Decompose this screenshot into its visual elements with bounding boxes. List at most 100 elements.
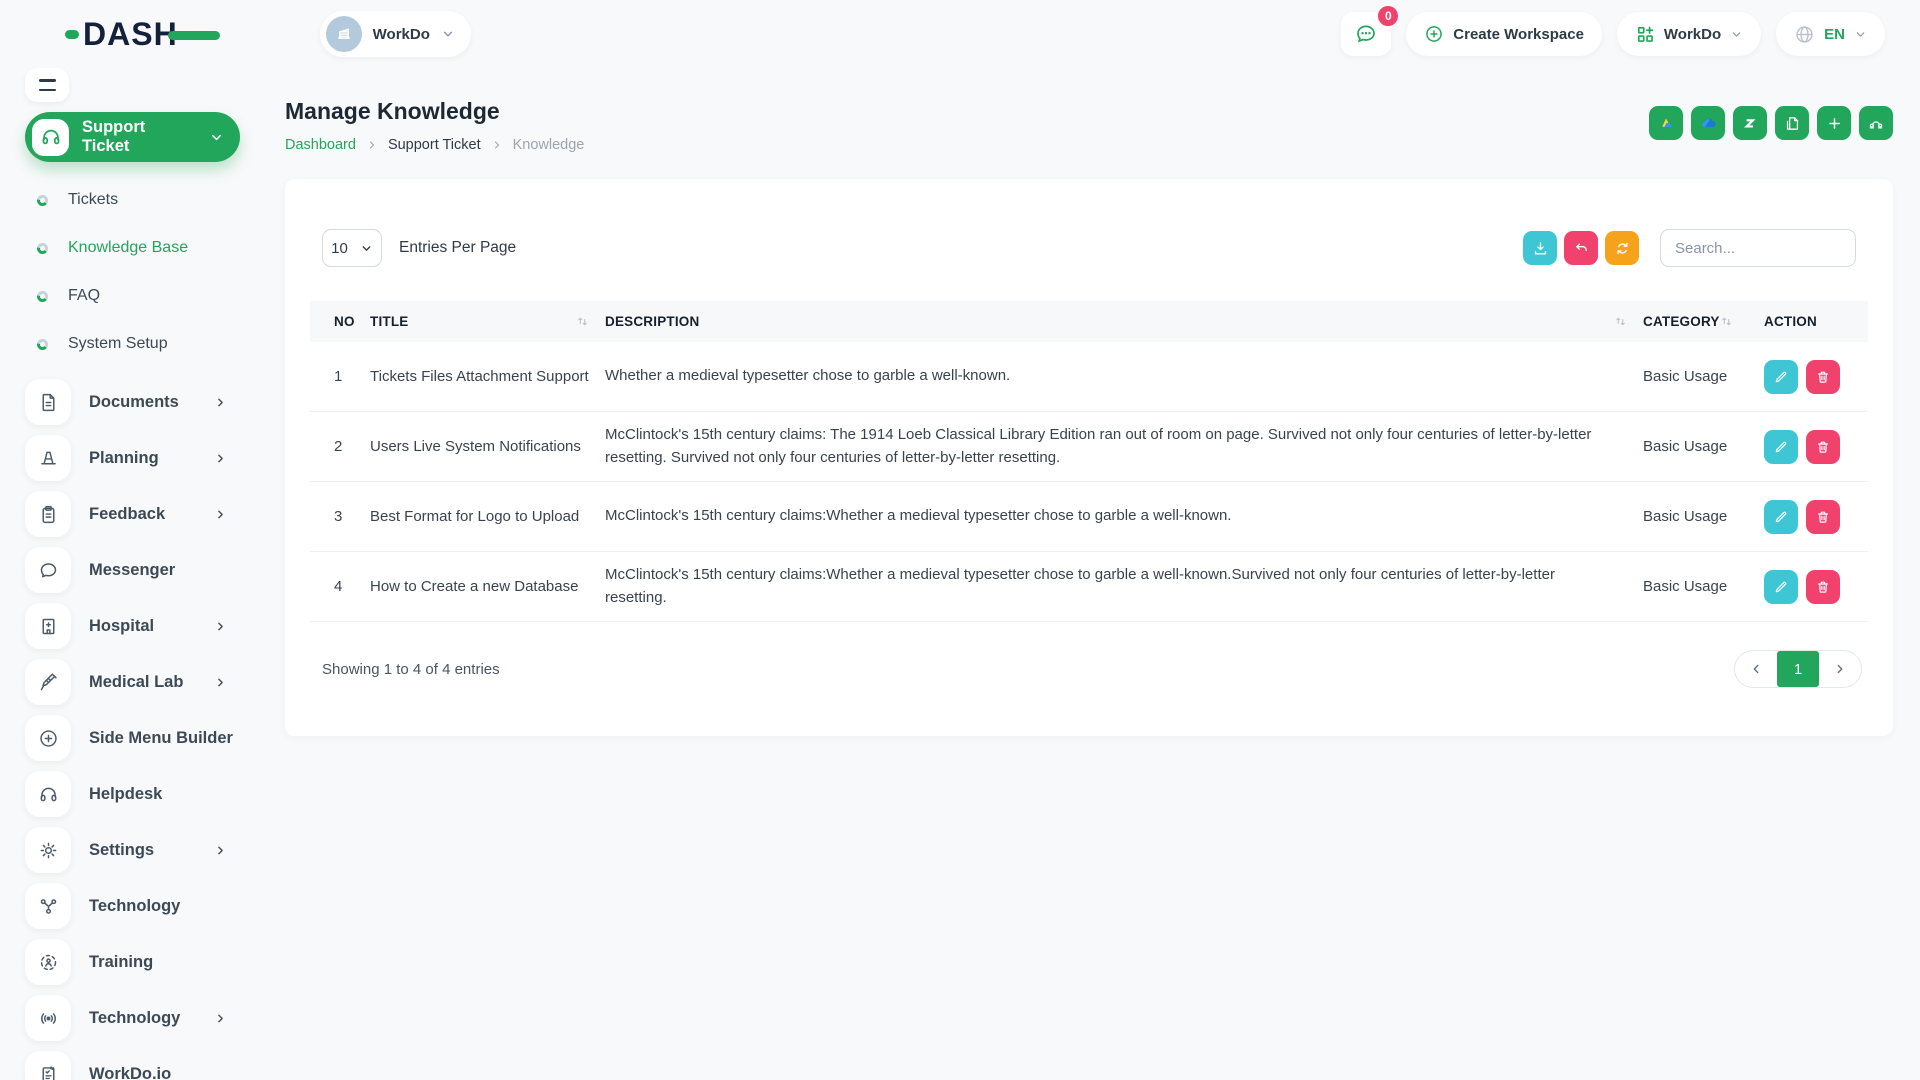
pencil-icon (1773, 439, 1789, 455)
sidebar-item-tickets[interactable]: Tickets (25, 176, 255, 224)
sidebar-item-support-ticket[interactable]: Support Ticket (25, 112, 240, 162)
sidebar-item-planning[interactable]: Planning (25, 430, 255, 486)
row-category: Basic Usage (1643, 578, 1748, 595)
gear-icon (25, 827, 71, 873)
plus-circle-icon (1424, 24, 1444, 44)
row-number: 4 (310, 578, 370, 595)
breadcrumb-support-ticket[interactable]: Support Ticket (388, 137, 481, 153)
file-export-button[interactable] (1775, 106, 1809, 140)
sort-icon[interactable] (1720, 315, 1733, 328)
menu-label: Hospital (89, 617, 196, 636)
search-input[interactable] (1660, 229, 1856, 267)
workspace-switcher[interactable]: WorkDo (320, 11, 471, 57)
sidebar-item-technology[interactable]: Technology (25, 878, 255, 934)
menu-label: WorkDo.io (89, 1065, 255, 1080)
chevron-right-icon (214, 1012, 227, 1025)
plus-circle-icon (25, 715, 71, 761)
column-header-no[interactable]: NO (310, 314, 370, 329)
edit-button[interactable] (1764, 570, 1798, 604)
document-icon (25, 379, 71, 425)
chat-bubble-icon (25, 547, 71, 593)
sidebar-menu: Documents Planning Feedback Messenger (25, 374, 255, 1080)
google-drive-button[interactable] (1649, 106, 1683, 140)
sidebar-item-training[interactable]: Training (25, 934, 255, 990)
sidebar-item-documents[interactable]: Documents (25, 374, 255, 430)
breadcrumb-current: Knowledge (513, 137, 585, 153)
create-workspace-button[interactable]: Create Workspace (1406, 12, 1602, 56)
export-button[interactable] (1523, 231, 1557, 265)
column-label: CATEGORY (1643, 314, 1720, 329)
row-description: Whether a medieval typesetter chose to g… (605, 365, 1643, 388)
menu-label: Medical Lab (89, 673, 196, 692)
row-actions (1748, 570, 1868, 604)
messages-button[interactable]: 0 (1341, 12, 1391, 56)
trash-icon (1815, 369, 1831, 385)
sort-icon[interactable] (576, 315, 589, 328)
current-page-button[interactable]: 1 (1777, 651, 1819, 687)
sidebar-item-helpdesk[interactable]: Helpdesk (25, 766, 255, 822)
sidebar-item-technology-2[interactable]: Technology (25, 990, 255, 1046)
chevron-down-icon (209, 130, 224, 145)
edit-button[interactable] (1764, 360, 1798, 394)
column-header-description[interactable]: DESCRIPTION (605, 314, 1643, 329)
sidebar-item-workdo-io[interactable]: WorkDo.io (25, 1046, 255, 1080)
pencil-icon (1773, 579, 1789, 595)
sidebar-item-feedback[interactable]: Feedback (25, 486, 255, 542)
menu-toggle-button[interactable] (25, 68, 69, 102)
add-button[interactable] (1817, 106, 1851, 140)
table-row: 2 Users Live System Notifications McClin… (310, 412, 1868, 482)
sidebar-item-messenger[interactable]: Messenger (25, 542, 255, 598)
delete-button[interactable] (1806, 500, 1840, 534)
delete-button[interactable] (1806, 430, 1840, 464)
refresh-icon (1614, 240, 1631, 257)
page-header-actions (1649, 106, 1893, 140)
clipboard-icon (25, 491, 71, 537)
row-title: Best Format for Logo to Upload (370, 508, 605, 525)
sidebar-item-hospital[interactable]: Hospital (25, 598, 255, 654)
menu-label: Training (89, 953, 255, 972)
menu-label: Technology (89, 1009, 196, 1028)
breadcrumb-dashboard[interactable]: Dashboard (285, 137, 356, 153)
onedrive-button[interactable] (1691, 106, 1725, 140)
delete-button[interactable] (1806, 570, 1840, 604)
target-icon (25, 939, 71, 985)
bullet-icon (37, 339, 48, 350)
zendesk-button[interactable] (1733, 106, 1767, 140)
sidebar-item-faq[interactable]: FAQ (25, 272, 255, 320)
chevron-right-icon (214, 620, 227, 633)
sidebar: Support Ticket Tickets Knowledge Base FA… (0, 68, 255, 1080)
column-header-category[interactable]: CATEGORY (1643, 314, 1748, 329)
app-menu-button[interactable]: WorkDo (1617, 12, 1761, 56)
sidebar-item-settings[interactable]: Settings (25, 822, 255, 878)
sidebar-item-knowledge-base[interactable]: Knowledge Base (25, 224, 255, 272)
page-title: Manage Knowledge (285, 98, 584, 125)
column-header-action: ACTION (1748, 314, 1868, 329)
topbar-actions: 0 Create Workspace WorkDo EN (1341, 12, 1885, 56)
delete-button[interactable] (1806, 360, 1840, 394)
column-header-title[interactable]: TITLE (370, 314, 605, 329)
sort-icon[interactable] (1614, 315, 1627, 328)
refresh-button[interactable] (1605, 231, 1639, 265)
page-size-select[interactable]: 10 (322, 229, 382, 267)
next-page-button[interactable] (1819, 651, 1861, 687)
sidebar-item-medical-lab[interactable]: Medical Lab (25, 654, 255, 710)
bullet-icon (37, 195, 48, 206)
row-title: How to Create a new Database (370, 578, 605, 595)
previous-page-button[interactable] (1735, 651, 1777, 687)
row-description: McClintock's 15th century claims: The 19… (605, 424, 1643, 469)
grid-plus-icon (1635, 24, 1655, 44)
undo-button[interactable] (1564, 231, 1598, 265)
row-actions (1748, 430, 1868, 464)
google-drive-icon (1657, 114, 1675, 132)
chevron-right-icon (214, 396, 227, 409)
language-selector[interactable]: EN (1776, 12, 1885, 56)
edit-button[interactable] (1764, 430, 1798, 464)
cone-icon (25, 435, 71, 481)
menu-label: Side Menu Builder (89, 729, 255, 748)
page-header: Manage Knowledge Dashboard Support Ticke… (285, 98, 1893, 153)
edit-button[interactable] (1764, 500, 1798, 534)
integration-button[interactable] (1859, 106, 1893, 140)
sidebar-item-side-menu-builder[interactable]: Side Menu Builder (25, 710, 255, 766)
topbar: DASH WorkDo 0 Create Workspace (0, 0, 1920, 68)
sidebar-item-system-setup[interactable]: System Setup (25, 320, 255, 368)
